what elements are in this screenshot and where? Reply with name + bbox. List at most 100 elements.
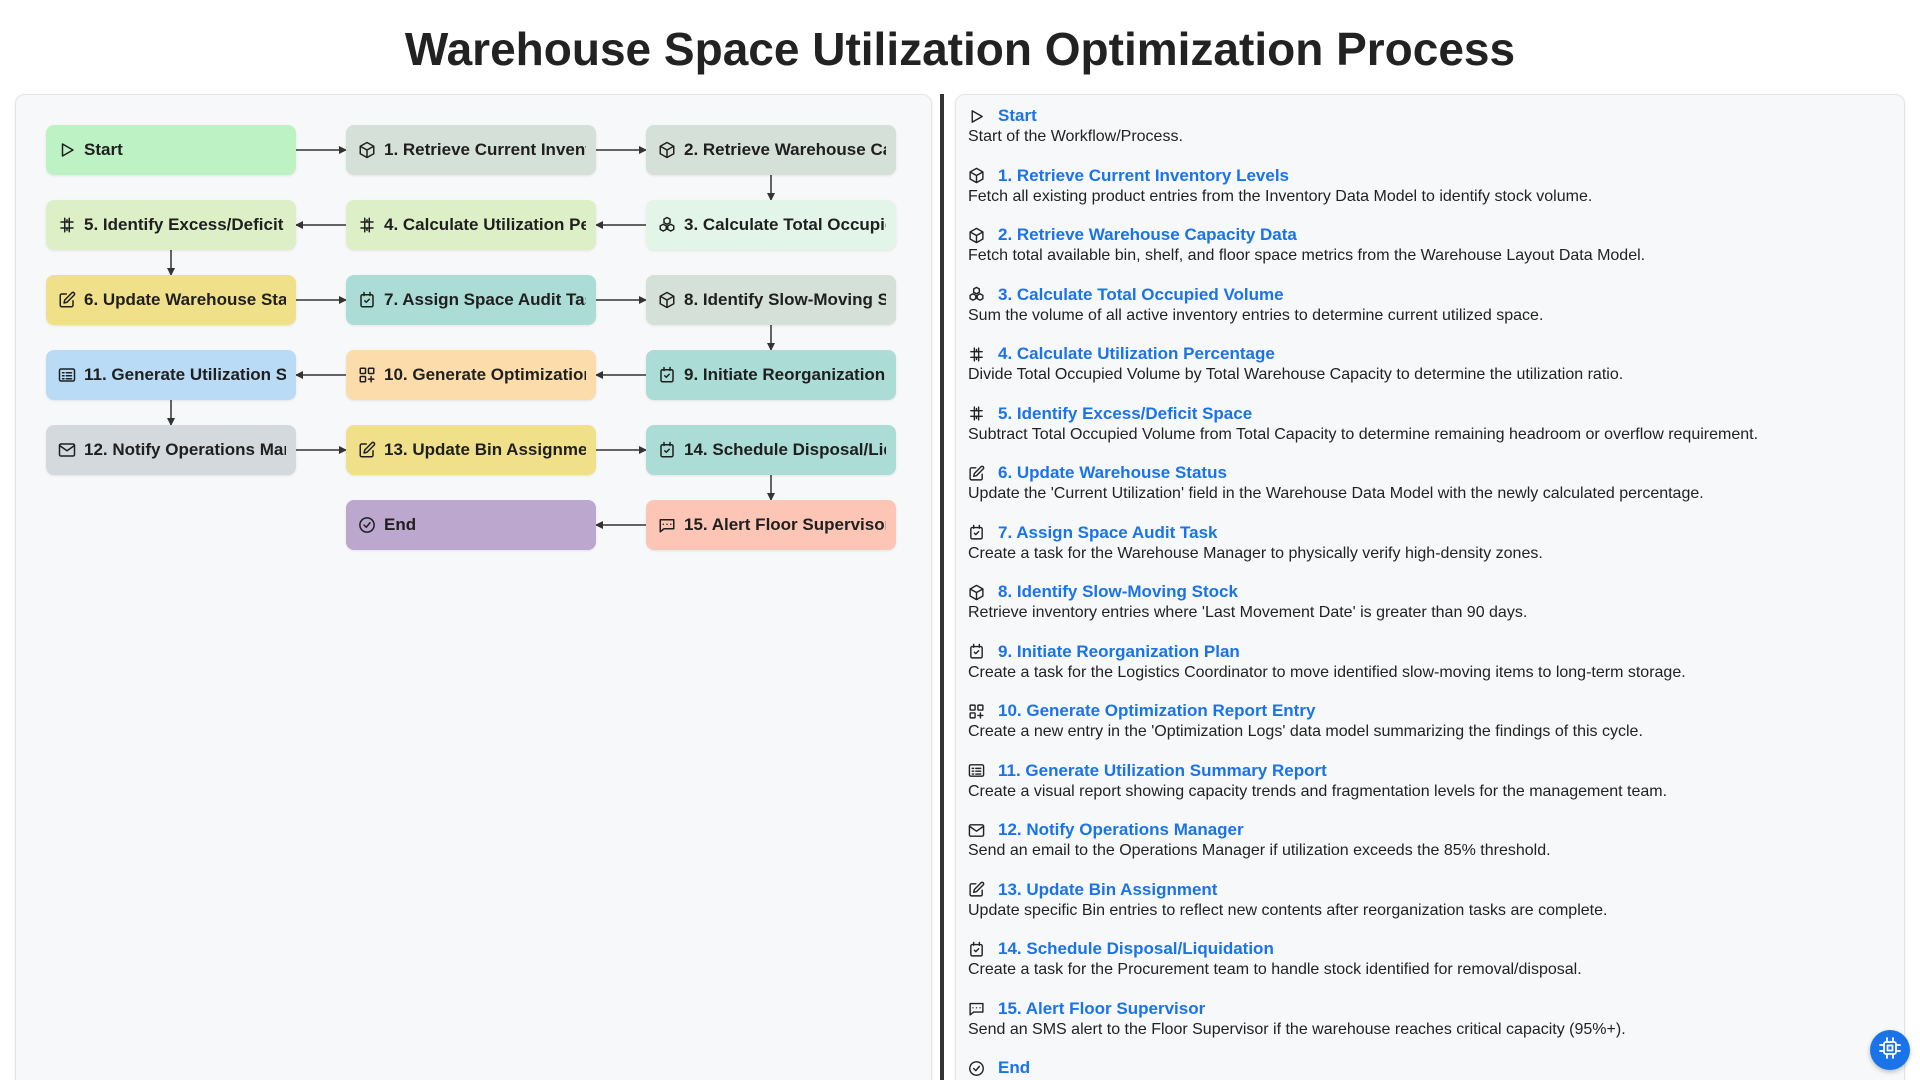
flow-node-label: 9. Initiate Reorganization Plan	[684, 365, 886, 384]
step-description: Retrieve inventory entries where 'Last M…	[968, 604, 1528, 621]
hash-icon	[968, 346, 985, 363]
step-title-link[interactable]: End	[998, 1058, 1030, 1078]
step-title-link[interactable]: 15. Alert Floor Supervisor	[998, 999, 1205, 1019]
flow-node-s7[interactable]: 7. Assign Space Audit Task	[346, 275, 596, 325]
grid-plus-icon	[968, 703, 985, 720]
flow-node-label: 6. Update Warehouse Status	[84, 290, 286, 309]
step-title-link[interactable]: 3. Calculate Total Occupied Volume	[998, 285, 1284, 305]
flow-node-s13[interactable]: 13. Update Bin Assignment	[346, 425, 596, 475]
step-detail-start: Start Start of the Workflow/Process.	[968, 105, 1892, 165]
step-description: Create a new entry in the 'Optimization …	[968, 723, 1643, 740]
checkbox-icon	[968, 643, 985, 660]
step-title-link[interactable]: 9. Initiate Reorganization Plan	[998, 642, 1240, 662]
flow-node-s14[interactable]: 14. Schedule Disposal/Liquidation	[646, 425, 896, 475]
step-detail-s13: 13. Update Bin Assignment Update specific…	[968, 879, 1892, 939]
step-title-link[interactable]: 2. Retrieve Warehouse Capacity Data	[998, 225, 1297, 245]
checkbox-icon	[358, 291, 376, 309]
step-detail-s3: 3. Calculate Total Occupied Volume Sum th…	[968, 284, 1892, 344]
flow-node-label: 12. Notify Operations Manager	[84, 440, 286, 459]
play-icon	[58, 141, 76, 159]
step-description: Create a task for the Procurement team t…	[968, 961, 1582, 978]
play-icon	[968, 108, 985, 125]
mail-icon	[58, 441, 76, 459]
flow-diagram-panel: Start 1. Retrieve Current Inventory Level…	[15, 94, 932, 1080]
step-title-link[interactable]: 12. Notify Operations Manager	[998, 820, 1244, 840]
grid-plus-icon	[358, 366, 376, 384]
step-title-link[interactable]: 4. Calculate Utilization Percentage	[998, 344, 1275, 364]
step-description: Create a task for the Logistics Coordina…	[968, 663, 1686, 681]
step-title-link[interactable]: 10. Generate Optimization Report Entry	[998, 701, 1315, 721]
flow-node-label: End	[384, 515, 417, 534]
flow-node-s15[interactable]: 15. Alert Floor Supervisor	[646, 500, 896, 550]
report-icon	[968, 762, 985, 779]
panel-divider	[940, 94, 944, 1080]
flow-node-s5[interactable]: 5. Identify Excess/Deficit Space	[46, 200, 296, 250]
step-title-link[interactable]: 5. Identify Excess/Deficit Space	[998, 404, 1252, 424]
flow-node-s3[interactable]: 3. Calculate Total Occupied Volume	[646, 200, 896, 250]
cubes-icon	[968, 286, 985, 303]
step-title-link[interactable]: 8. Identify Slow-Moving Stock	[998, 582, 1238, 602]
flow-node-start[interactable]: Start	[46, 125, 296, 175]
step-description: Fetch total available bin, shelf, and fl…	[968, 247, 1646, 264]
step-title-link[interactable]: 7. Assign Space Audit Task	[998, 523, 1218, 543]
cube-icon	[968, 227, 985, 244]
edit-icon	[968, 881, 985, 898]
flow-node-s11[interactable]: 11. Generate Utilization Summary Report	[46, 350, 296, 400]
step-description: Start of the Workflow/Process.	[968, 128, 1183, 145]
flow-node-label: Start	[84, 140, 123, 159]
step-detail-s4: 4. Calculate Utilization Percentage Divid…	[968, 343, 1892, 403]
flow-node-end[interactable]: End	[346, 500, 596, 550]
flow-node-label: 11. Generate Utilization Summary Report	[84, 365, 286, 384]
page-title: Warehouse Space Utilization Optimization…	[404, 23, 1516, 75]
step-detail-s8: 8. Identify Slow-Moving Stock Retrieve in…	[968, 581, 1892, 641]
flow-node-s6[interactable]: 6. Update Warehouse Status	[46, 275, 296, 325]
step-title-link[interactable]: 14. Schedule Disposal/Liquidation	[998, 939, 1274, 959]
flow-node-s1[interactable]: 1. Retrieve Current Inventory Levels	[346, 125, 596, 175]
flow-node-label: 13. Update Bin Assignment	[384, 440, 586, 459]
flow-node-s10[interactable]: 10. Generate Optimization Report Entry	[346, 350, 596, 400]
step-description: Sum the volume of all active inventory e…	[968, 306, 1544, 324]
step-title-link[interactable]: 1. Retrieve Current Inventory Levels	[998, 166, 1289, 186]
flow-node-label: 8. Identify Slow-Moving Stock	[684, 290, 886, 309]
step-title-link[interactable]: 6. Update Warehouse Status	[998, 463, 1227, 483]
step-description: Send an SMS alert to the Floor Superviso…	[968, 1020, 1626, 1038]
step-detail-s12: 12. Notify Operations Manager Send an ema…	[968, 819, 1892, 879]
step-title-link[interactable]: 11. Generate Utilization Summary Report	[998, 761, 1327, 781]
flow-node-s2[interactable]: 2. Retrieve Warehouse Capacity Data	[646, 125, 896, 175]
flow-node-s4[interactable]: 4. Calculate Utilization Percentage	[346, 200, 596, 250]
flow-node-label: 15. Alert Floor Supervisor	[684, 515, 886, 534]
flow-node-label: 3. Calculate Total Occupied Volume	[684, 215, 886, 234]
step-description: Create a task for the Warehouse Manager …	[968, 544, 1543, 562]
step-title-link[interactable]: 13. Update Bin Assignment	[998, 880, 1217, 900]
cube-icon	[658, 141, 676, 159]
flow-node-s9[interactable]: 9. Initiate Reorganization Plan	[646, 350, 896, 400]
step-detail-end: EndEnd of the Workflow/Process.	[968, 1057, 1892, 1080]
hash-icon	[358, 216, 376, 234]
step-detail-s15: 15. Alert Floor Supervisor Send an SMS al…	[968, 998, 1892, 1058]
edit-icon	[58, 291, 76, 309]
cube-icon	[358, 141, 376, 159]
step-title-link[interactable]: Start	[998, 106, 1037, 126]
flow-node-s8[interactable]: 8. Identify Slow-Moving Stock	[646, 275, 896, 325]
cube-icon	[968, 167, 985, 184]
checkbox-icon	[658, 441, 676, 459]
check-circle-icon	[358, 516, 376, 534]
flow-node-label: 2. Retrieve Warehouse Capacity Data	[684, 140, 886, 159]
step-description: Subtract Total Occupied Volume from Tota…	[968, 425, 1759, 443]
step-description: Divide Total Occupied Volume by Total Wa…	[968, 366, 1624, 383]
assistant-button[interactable]	[1870, 1030, 1910, 1070]
sms-icon	[658, 516, 676, 534]
cubes-icon	[658, 216, 676, 234]
step-detail-s11: 11. Generate Utilization Summary Report C…	[968, 760, 1892, 820]
step-detail-s9: 9. Initiate Reorganization Plan Create a …	[968, 641, 1892, 701]
hash-icon	[968, 405, 985, 422]
sms-icon	[968, 1000, 985, 1017]
flow-node-label: 4. Calculate Utilization Percentage	[384, 215, 586, 234]
step-detail-s5: 5. Identify Excess/Deficit Space Subtract…	[968, 403, 1892, 463]
flow-node-s12[interactable]: 12. Notify Operations Manager	[46, 425, 296, 475]
step-description: Fetch all existing product entries from …	[968, 187, 1593, 205]
edit-icon	[968, 465, 985, 482]
report-icon	[58, 366, 76, 384]
flow-node-label: 7. Assign Space Audit Task	[384, 290, 586, 309]
step-description: Update specific Bin entries to reflect n…	[968, 901, 1608, 919]
